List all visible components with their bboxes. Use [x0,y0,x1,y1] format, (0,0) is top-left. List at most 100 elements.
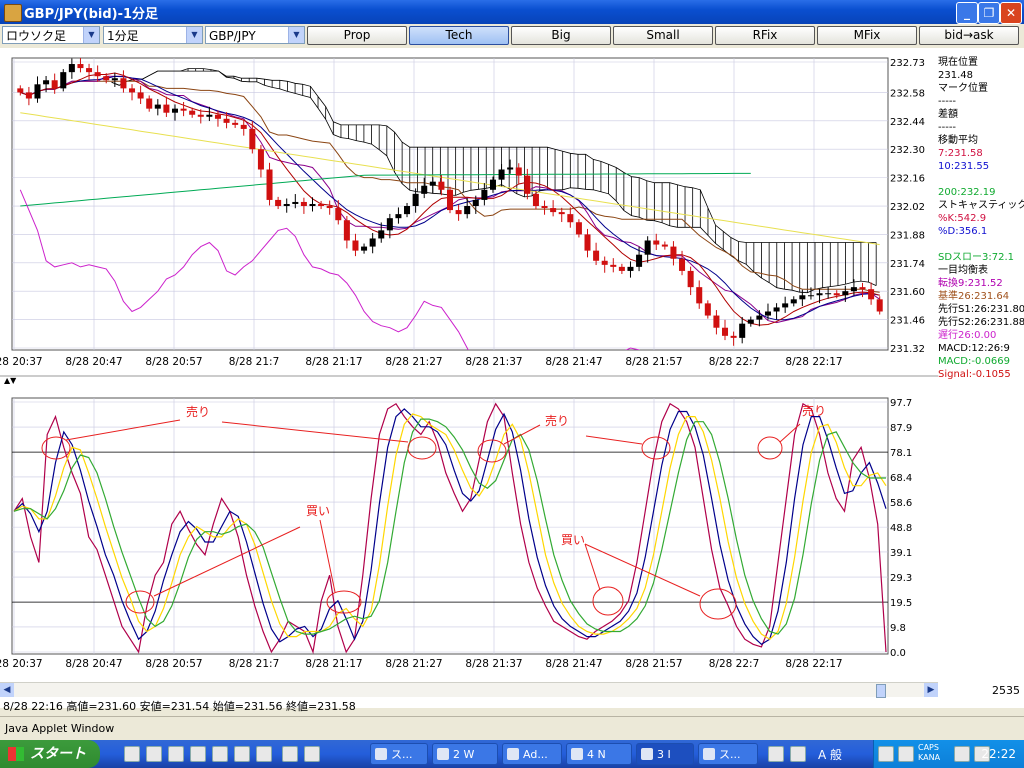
info-panel: 現在位置 231.48 マーク位置 ----- 差額 ----- 移動平均 7:… [938,56,1024,381]
tray-icon[interactable] [878,746,894,762]
current-pos-label: 現在位置 [938,57,978,68]
x-tick-label: 8/28 20:57 [145,658,202,670]
task-icon [641,748,653,760]
task-icon [703,748,715,760]
chart-svg[interactable]: 232.73 232.58 232.44 232.30 232.16 232.02 231.… [0,48,1024,682]
x-tick-label: 8/28 22:7 [709,658,760,670]
window-title: GBP/JPY(bid)-1分足 [24,7,159,22]
x-tick-label: 8/28 21:27 [385,658,442,670]
big-button[interactable]: Big [511,26,611,45]
task-button[interactable]: ス... [370,743,428,765]
rfix-button[interactable]: RFix [715,26,815,45]
candle-body [240,124,247,129]
task-icon [507,748,519,760]
ma-hidden-value [938,173,1024,186]
mfix-button[interactable]: MFix [817,26,917,45]
scroll-right-icon[interactable]: ▶ [924,683,938,697]
maximize-button[interactable]: ❐ [978,2,1000,24]
bar-count: 2535 [992,684,1020,697]
ma10-value: 10:231.55 [938,161,990,172]
candle-body [653,240,660,245]
candle-body [610,264,617,267]
chevron-down-icon[interactable]: ▼ [186,27,202,43]
close-button[interactable]: ✕ [1000,2,1022,24]
tray-icon[interactable] [768,746,784,762]
candle-body [25,92,32,99]
quicklaunch-icon[interactable] [304,746,320,762]
quicklaunch-icon[interactable] [168,746,184,762]
scroll-left-icon[interactable]: ◀ [0,683,14,697]
quicklaunch-icon[interactable] [256,746,272,762]
y-tick-label: 0.0 [890,648,906,659]
ma7-value: 7:231.58 [938,148,983,159]
candle-body [618,266,625,271]
bid-ask-button[interactable]: bid→ask [919,26,1019,45]
chevron-down-icon[interactable]: ▼ [83,27,99,43]
candle-body [472,199,479,207]
candle-body [842,291,849,296]
candle-body [137,92,144,99]
chart-type-value: ロウソク足 [6,29,67,43]
senkou2-value: 先行S2:26:231.88 [938,317,1024,328]
quicklaunch-icon[interactable] [124,746,140,762]
candle-body [541,206,548,209]
ime-indicator[interactable]: A 般 [818,746,842,763]
task-button[interactable]: 4 N [566,743,632,765]
sell-label: 売り [186,404,210,419]
minimize-button[interactable]: _ [956,2,978,24]
signal-value: Signal:-0.1055 [938,369,1011,380]
sd-slow-hidden-value [938,238,1024,251]
candle-body [713,315,720,328]
x-tick-label: 8/28 21:47 [545,356,602,368]
quicklaunch-icon[interactable] [190,746,206,762]
prop-button[interactable]: Prop [307,26,407,45]
sd-slow-value: SDスロー3:72.1 [938,252,1015,263]
y-tick-label: 58.6 [890,498,912,509]
quicklaunch-icon[interactable] [234,746,250,762]
candle-body [189,110,196,115]
clock: 22:22 [981,747,1016,761]
diff-label: 差額 [938,109,958,120]
macd-params: MACD:12:26:9 [938,343,1010,354]
candle-body [223,118,230,123]
splitter-arrows-icon[interactable]: ▲▼ [4,376,17,385]
small-button[interactable]: Small [613,26,713,45]
task-button[interactable]: Ad... [502,743,562,765]
help-icon[interactable] [898,746,914,762]
task-button[interactable]: 2 W [432,743,498,765]
candle-body [249,128,256,150]
applet-window-label: Java Applet Window [5,722,115,735]
candle-body [816,293,823,296]
mark-pos-value: ----- [938,96,957,107]
chevron-down-icon[interactable]: ▼ [288,27,304,43]
x-tick-label: 8/28 20:57 [145,356,202,368]
task-button[interactable]: ス... [698,743,758,765]
candle-body [51,80,58,89]
volume-icon[interactable] [954,746,970,762]
quicklaunch-icon[interactable] [146,746,162,762]
ichimoku-label: 一目均衡表 [938,265,988,276]
candle-body [146,98,153,109]
tray-icon[interactable] [790,746,806,762]
horizontal-scrollbar[interactable]: ◀ ▶ [0,682,938,698]
timeframe-select[interactable]: 1分足 ▼ [103,26,203,44]
y-tick-label: 231.46 [890,316,925,327]
quicklaunch-icon[interactable] [282,746,298,762]
task-button-active[interactable]: 3 I [636,743,694,765]
y-tick-label: 39.1 [890,548,912,559]
tech-button[interactable]: Tech [409,26,509,45]
task-label: 4 N [587,748,606,761]
scroll-thumb[interactable] [876,684,886,698]
quicklaunch-icon[interactable] [212,746,228,762]
chart-type-select[interactable]: ロウソク足 ▼ [2,26,100,44]
y-tick-label: 232.30 [890,145,925,156]
applet-window-bar: Java Applet Window [0,716,1024,741]
candle-body [395,214,402,219]
candle-body [386,218,393,231]
start-button[interactable]: スタート [0,740,100,768]
pair-select[interactable]: GBP/JPY ▼ [205,26,305,44]
x-tick-label: 8/28 22:17 [785,658,842,670]
candle-body [421,185,428,194]
candle-body [739,323,746,338]
candle-body [446,189,454,211]
